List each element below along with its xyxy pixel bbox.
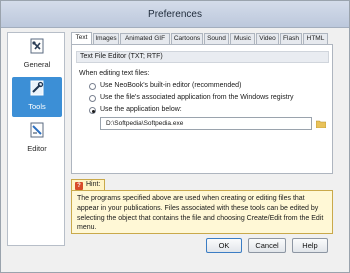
tab-music[interactable]: Music xyxy=(230,33,255,44)
sidebar-item-editor[interactable]: Editor xyxy=(12,119,62,159)
tab-text[interactable]: Text xyxy=(71,32,92,44)
title-bar[interactable]: Preferences xyxy=(1,1,349,28)
group-title: Text File Editor (TXT; RTF) xyxy=(76,51,329,63)
window-title: Preferences xyxy=(148,9,202,20)
question-icon: ? xyxy=(75,182,83,190)
option-label: Use the file's associated application fr… xyxy=(100,94,294,101)
tab-animated-gif[interactable]: Animated GIF xyxy=(120,33,170,44)
tools-icon xyxy=(30,80,44,96)
tab-html[interactable]: HTML xyxy=(303,33,328,44)
ok-button[interactable]: OK xyxy=(206,238,242,253)
option-label: Use the application below: xyxy=(100,106,182,113)
tab-video[interactable]: Video xyxy=(256,33,279,44)
sidebar-item-label: Tools xyxy=(28,102,46,111)
sidebar-item-label: General xyxy=(23,60,51,69)
preferences-window: Preferences General Tools Editor Text Im… xyxy=(0,0,350,273)
text-tab-panel: Text File Editor (TXT; RTF) When editing… xyxy=(71,44,333,174)
hint-text: The programs specified above are used wh… xyxy=(77,195,324,232)
editor-icon xyxy=(30,122,44,138)
option-label: Use NeoBook's built-in editor (recommend… xyxy=(100,82,242,89)
radio-button[interactable] xyxy=(89,83,96,90)
radio-button-selected[interactable] xyxy=(89,107,96,114)
sidebar-item-label: Editor xyxy=(27,144,47,153)
browse-folder-icon[interactable] xyxy=(316,119,326,128)
tab-sound[interactable]: Sound xyxy=(204,33,229,44)
general-icon xyxy=(30,38,44,54)
cancel-button[interactable]: Cancel xyxy=(248,238,286,253)
help-button[interactable]: Help xyxy=(292,238,328,253)
radio-button[interactable] xyxy=(89,95,96,102)
tab-images[interactable]: Images xyxy=(93,33,119,44)
sidebar: General Tools Editor xyxy=(7,32,65,246)
tab-cartoons[interactable]: Cartoons xyxy=(171,33,203,44)
sidebar-item-tools[interactable]: Tools xyxy=(12,77,62,117)
sidebar-item-general[interactable]: General xyxy=(12,35,62,75)
when-editing-label: When editing text files: xyxy=(79,70,150,77)
tab-flash[interactable]: Flash xyxy=(280,33,302,44)
hint-box: The programs specified above are used wh… xyxy=(71,190,333,234)
application-path-input[interactable] xyxy=(100,117,312,130)
hint-title: Hint: xyxy=(86,181,101,188)
